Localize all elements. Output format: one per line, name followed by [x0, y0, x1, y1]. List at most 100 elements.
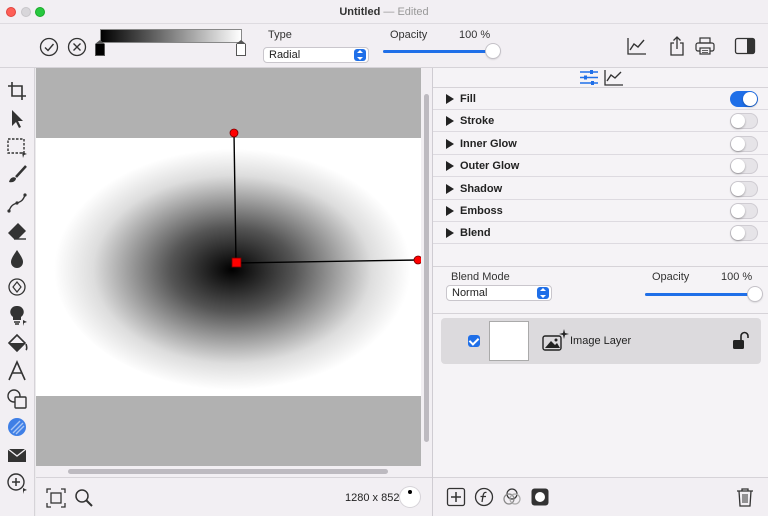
- toggle-knob: [731, 136, 745, 151]
- sidebar-toggle-icon[interactable]: [734, 37, 756, 55]
- layer-mask-icon[interactable]: [530, 487, 550, 507]
- toggle-knob: [731, 181, 745, 196]
- opacity-label: Opacity: [390, 29, 428, 41]
- effect-row-stroke[interactable]: Stroke: [433, 110, 768, 133]
- gradient-radius-handle-right[interactable]: [413, 255, 421, 265]
- gradient-radius-handle-top[interactable]: [229, 128, 239, 138]
- disclosure-triangle-icon[interactable]: [446, 161, 454, 172]
- layer-visibility-checkbox[interactable]: [468, 335, 480, 347]
- toggle-knob: [731, 204, 745, 218]
- document-title: Untitled: [339, 6, 381, 18]
- fit-to-window-icon[interactable]: [46, 488, 66, 508]
- add-filter-tool-icon[interactable]: [5, 471, 29, 495]
- disclosure-triangle-icon[interactable]: [446, 206, 454, 216]
- blend-mode-select[interactable]: Normal: [446, 285, 552, 301]
- layer-function-icon[interactable]: [474, 487, 494, 507]
- select-stepper-icon: [537, 287, 549, 299]
- opacity-slider-knob[interactable]: [486, 44, 500, 58]
- unlocked-padlock-icon[interactable]: [731, 331, 751, 351]
- effect-row-outer-glow[interactable]: Outer Glow: [433, 155, 768, 178]
- layer-opacity-slider-fill: [645, 293, 755, 296]
- disclosure-triangle-icon[interactable]: [446, 228, 454, 239]
- effect-row-inner-glow[interactable]: Inner Glow: [433, 133, 768, 155]
- blend-mode-label: Blend Mode: [451, 271, 510, 283]
- effect-row-fill[interactable]: Fill: [433, 88, 768, 110]
- layer-opacity-value: 100 %: [721, 271, 753, 283]
- disclosure-triangle-icon[interactable]: [446, 94, 454, 104]
- tab-histogram-icon[interactable]: [603, 69, 625, 86]
- effect-name: Emboss: [460, 205, 503, 217]
- selection-arrow-tool-icon[interactable]: [5, 107, 29, 131]
- horizontal-scroll-thumb[interactable]: [68, 469, 388, 474]
- opacity-value: 100 %: [459, 29, 491, 41]
- gradient-handles-overlay[interactable]: [36, 68, 421, 466]
- trash-delete-icon[interactable]: [736, 487, 754, 507]
- tab-adjustments-sliders-icon[interactable]: [579, 69, 599, 86]
- gradient-type-value: Radial: [269, 49, 301, 61]
- bezier-pen-tool-icon[interactable]: [5, 191, 29, 215]
- gradient-handle-line-horizontal: [235, 259, 419, 264]
- effect-row-shadow[interactable]: Shadow: [433, 178, 768, 200]
- layer-thumbnail: [489, 321, 529, 361]
- gradient-stop-white[interactable]: [236, 40, 246, 56]
- effects-panel: Fill Stroke Inner Glow Outer Glow Shadow Embo…: [432, 68, 768, 516]
- gradient-tool-icon[interactable]: [5, 415, 29, 439]
- toggle-knob: [731, 114, 745, 129]
- marquee-select-tool-icon[interactable]: [5, 135, 29, 159]
- sharpen-tool-icon[interactable]: [5, 275, 29, 299]
- blend-circles-icon[interactable]: [502, 487, 522, 507]
- select-stepper-icon: [354, 49, 366, 61]
- panel-tabs: [433, 68, 768, 88]
- vertical-scroll-thumb[interactable]: [424, 94, 429, 442]
- zoom-magnifier-icon[interactable]: [74, 488, 94, 508]
- toolbar: Type Radial Opacity 100 %: [0, 24, 768, 68]
- crop-tool-icon[interactable]: [5, 79, 29, 103]
- gradient-stop-black[interactable]: [95, 40, 105, 56]
- add-layer-icon[interactable]: [446, 487, 466, 507]
- blend-mode-value: Normal: [452, 287, 488, 299]
- text-tool-icon[interactable]: [5, 359, 29, 383]
- effect-toggle-switch[interactable]: [730, 135, 758, 152]
- brush-tool-icon[interactable]: [5, 163, 29, 187]
- disclosure-triangle-icon[interactable]: [446, 183, 454, 194]
- image-layer-icon: [542, 329, 569, 351]
- layer-row[interactable]: Image Layer: [441, 318, 761, 364]
- paint-bucket-tool-icon[interactable]: [5, 331, 29, 355]
- shapes-tool-icon[interactable]: [5, 387, 29, 411]
- effect-toggle-switch[interactable]: [730, 180, 758, 197]
- gradient-center-handle[interactable]: [231, 257, 242, 268]
- layer-opacity-slider-knob[interactable]: [748, 287, 762, 301]
- confirm-check-icon[interactable]: [39, 37, 59, 57]
- layer-opacity-slider[interactable]: [645, 287, 762, 301]
- cancel-x-icon[interactable]: [67, 37, 87, 57]
- effect-row-emboss[interactable]: Emboss: [433, 200, 768, 222]
- effect-toggle-switch[interactable]: [730, 203, 758, 219]
- mail-stamp-tool-icon[interactable]: [5, 443, 29, 467]
- gradient-type-select[interactable]: Radial: [263, 47, 369, 63]
- disclosure-triangle-icon[interactable]: [446, 138, 454, 149]
- toggle-knob: [731, 159, 745, 174]
- histogram-chart-icon[interactable]: [626, 36, 648, 56]
- type-label: Type: [268, 29, 292, 41]
- eraser-tool-icon[interactable]: [5, 219, 29, 243]
- dodge-bulb-tool-icon[interactable]: [5, 303, 29, 327]
- panel-bottom-bar: [433, 477, 768, 516]
- print-icon[interactable]: [694, 36, 716, 56]
- effect-toggle-switch[interactable]: [730, 113, 758, 130]
- toggle-knob: [731, 226, 745, 241]
- canvas-vertical-scrollbar[interactable]: [421, 68, 432, 466]
- effect-toggle-switch[interactable]: [730, 225, 758, 242]
- blur-drop-tool-icon[interactable]: [5, 247, 29, 271]
- effect-name: Fill: [460, 93, 476, 105]
- disclosure-triangle-icon[interactable]: [446, 116, 454, 127]
- canvas-area[interactable]: [36, 68, 421, 466]
- effect-row-blend[interactable]: Blend: [433, 222, 768, 245]
- effect-toggle-switch[interactable]: [730, 91, 758, 107]
- share-icon[interactable]: [668, 35, 686, 57]
- effect-toggle-switch[interactable]: [730, 158, 758, 175]
- canvas-horizontal-scrollbar[interactable]: [36, 466, 432, 477]
- opacity-slider[interactable]: [383, 44, 500, 58]
- effect-name: Shadow: [460, 182, 503, 195]
- document-status: Edited: [397, 6, 429, 18]
- gradient-editor-strip[interactable]: [100, 29, 242, 43]
